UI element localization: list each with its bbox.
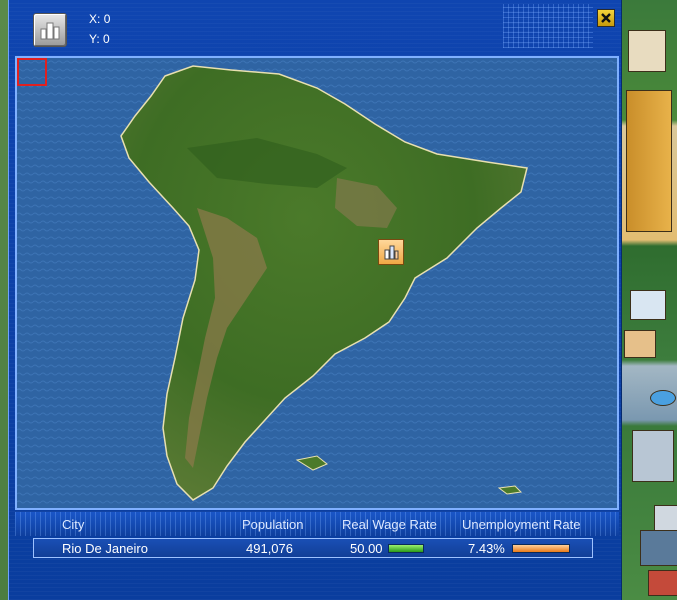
city-marker-icon [384, 245, 399, 260]
house [654, 505, 677, 531]
column-header-city[interactable]: City [62, 517, 84, 532]
real-wage-rate-cell: 50.00 [350, 541, 383, 556]
building [628, 30, 666, 72]
column-header-real-wage-rate[interactable]: Real Wage Rate [342, 517, 437, 532]
house [624, 330, 656, 358]
city-buildings-glyph [40, 22, 60, 40]
house [630, 290, 666, 320]
x-label: X: [89, 12, 101, 26]
unemployment-rate-bar [512, 544, 570, 553]
building [640, 530, 677, 566]
game-screen: X: 0 Y: 0 City Population Real Wage Rate… [0, 0, 677, 600]
south-america-map [17, 58, 617, 508]
table-row[interactable]: Rio De Janeiro 491,076 50.00 7.43% [33, 538, 593, 558]
world-map[interactable] [15, 56, 619, 510]
city-buildings-icon[interactable] [33, 13, 67, 47]
table-header: City Population Real Wage Rate Unemploym… [15, 512, 619, 536]
close-button[interactable] [597, 9, 615, 27]
y-label: Y: [89, 32, 100, 46]
title-bar: X: 0 Y: 0 [9, 0, 621, 52]
city-name-cell: Rio De Janeiro [62, 541, 148, 556]
real-wage-rate-bar [388, 544, 424, 553]
population-cell: 491,076 [246, 541, 293, 556]
y-value: 0 [103, 32, 110, 46]
close-icon [601, 13, 611, 23]
column-header-population[interactable]: Population [242, 517, 303, 532]
x-coordinate: X: 0 [89, 12, 110, 26]
city-view-left-edge [0, 0, 8, 600]
world-map-window: X: 0 Y: 0 City Population Real Wage Rate… [8, 0, 622, 600]
viewport-marker[interactable] [17, 58, 47, 86]
city-marker-rio-de-janeiro[interactable] [378, 239, 404, 265]
y-coordinate: Y: 0 [89, 32, 110, 46]
building [632, 430, 674, 482]
x-value: 0 [103, 12, 111, 26]
city-view-background [620, 0, 677, 600]
office-tower [626, 90, 672, 232]
house [648, 570, 677, 596]
column-header-unemployment-rate[interactable]: Unemployment Rate [462, 517, 581, 532]
city-table: City Population Real Wage Rate Unemploym… [15, 512, 619, 600]
pool [650, 390, 676, 406]
title-grid-decoration [503, 4, 593, 48]
unemployment-rate-cell: 7.43% [468, 541, 505, 556]
